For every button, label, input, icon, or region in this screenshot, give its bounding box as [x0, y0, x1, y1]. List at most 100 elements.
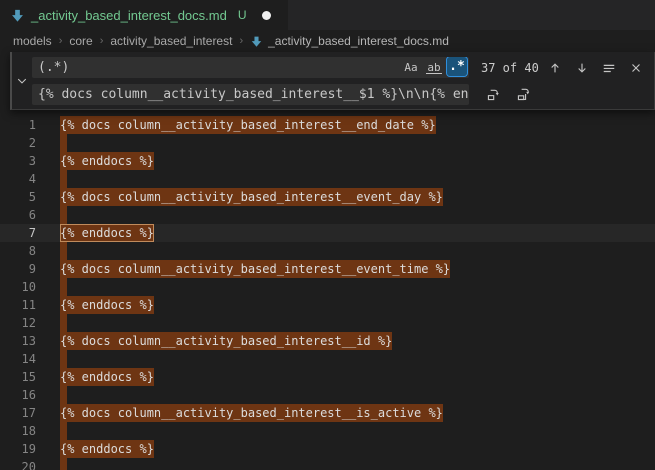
line-content[interactable]: {% docs column__activity_based_interest_… [60, 116, 436, 134]
line-content[interactable] [60, 278, 67, 296]
line-content[interactable] [60, 386, 67, 404]
find-match [60, 170, 67, 188]
editor-line[interactable]: 20 [0, 458, 655, 470]
editor-line[interactable]: 15 {% enddocs %} [0, 368, 655, 386]
current-find-match: {% enddocs %} [60, 224, 154, 242]
line-content[interactable]: {% enddocs %} [60, 368, 154, 386]
regex-icon[interactable]: .* [447, 57, 467, 76]
close-icon[interactable] [625, 57, 647, 79]
editor-line[interactable]: 6 [0, 206, 655, 224]
prev-match-icon[interactable] [544, 57, 566, 79]
markdown-icon [10, 8, 25, 23]
line-number[interactable]: 15 [0, 368, 36, 386]
find-match: {% docs column__activity_based_interest_… [60, 260, 450, 278]
editor-line[interactable]: 4 [0, 170, 655, 188]
line-number[interactable]: 12 [0, 314, 36, 332]
editor-line[interactable]: 17 {% docs column__activity_based_interes… [0, 404, 655, 422]
editor-line[interactable]: 16 [0, 386, 655, 404]
editor-line[interactable]: 1 {% docs column__activity_based_interest… [0, 116, 655, 134]
line-number[interactable]: 20 [0, 458, 36, 470]
whole-word-icon[interactable]: ab [424, 58, 444, 77]
line-number[interactable]: 4 [0, 170, 36, 188]
next-match-icon[interactable] [571, 57, 593, 79]
line-content[interactable] [60, 206, 67, 224]
find-match [60, 386, 67, 404]
tab-activity-docs[interactable]: _activity_based_interest_docs.md U [0, 0, 288, 30]
line-number[interactable]: 18 [0, 422, 36, 440]
line-number[interactable]: 3 [0, 152, 36, 170]
line-number[interactable]: 6 [0, 206, 36, 224]
line-number[interactable]: 14 [0, 350, 36, 368]
line-number[interactable]: 13 [0, 332, 36, 350]
breadcrumb-item-models[interactable]: models [13, 34, 52, 48]
find-match: {% docs column__activity_based_interest_… [60, 188, 443, 206]
breadcrumb-separator: › [100, 35, 104, 47]
line-content[interactable]: {% docs column__activity_based_interest_… [60, 404, 443, 422]
editor-line[interactable]: 2 [0, 134, 655, 152]
line-number[interactable]: 17 [0, 404, 36, 422]
replace-row: {% docs column__activity_based_interest_… [32, 84, 654, 105]
editor-line[interactable]: 11 {% enddocs %} [0, 296, 655, 314]
replace-all-icon[interactable] [512, 84, 534, 106]
breadcrumb-item-file[interactable]: _activity_based_interest_docs.md [250, 34, 449, 48]
editor-line[interactable]: 19 {% enddocs %} [0, 440, 655, 458]
line-content[interactable]: {% enddocs %} [60, 440, 154, 458]
line-number[interactable]: 11 [0, 296, 36, 314]
line-content[interactable]: {% enddocs %} [60, 224, 154, 242]
line-number[interactable]: 1 [0, 116, 36, 134]
replace-input[interactable]: {% docs column__activity_based_interest_… [32, 84, 469, 105]
markdown-icon [250, 35, 263, 48]
line-number[interactable]: 5 [0, 188, 36, 206]
breadcrumb-item-core[interactable]: core [69, 34, 92, 48]
editor-line[interactable]: 10 [0, 278, 655, 296]
match-case-icon[interactable]: Aa [401, 58, 421, 77]
editor-line[interactable]: 14 [0, 350, 655, 368]
find-replace-widget: (.*) Aa ab .* 37 of 40 [10, 52, 655, 110]
find-match [60, 278, 67, 296]
breadcrumb-item-activity-based-interest[interactable]: activity_based_interest [110, 34, 232, 48]
find-input-value: (.*) [38, 60, 69, 75]
line-number[interactable]: 8 [0, 242, 36, 260]
editor-line[interactable]: 7 {% enddocs %} [0, 224, 655, 242]
line-number[interactable]: 9 [0, 260, 36, 278]
modified-dot-icon[interactable] [262, 11, 271, 20]
line-content[interactable] [60, 350, 67, 368]
find-match: {% enddocs %} [60, 368, 154, 386]
breadcrumb: models › core › activity_based_interest … [0, 30, 655, 52]
editor-line[interactable]: 18 [0, 422, 655, 440]
line-content[interactable] [60, 422, 67, 440]
line-number[interactable]: 10 [0, 278, 36, 296]
breadcrumb-separator: › [59, 35, 63, 47]
find-input[interactable]: (.*) Aa ab .* [32, 57, 469, 78]
replace-icon[interactable] [482, 84, 504, 106]
find-in-selection-icon[interactable] [598, 57, 620, 79]
line-number[interactable]: 2 [0, 134, 36, 152]
find-actions [544, 57, 654, 79]
find-match: {% docs column__activity_based_interest_… [60, 332, 392, 350]
find-match [60, 314, 67, 332]
editor-line[interactable]: 13 {% docs column__activity_based_interes… [0, 332, 655, 350]
line-content[interactable]: {% docs column__activity_based_interest_… [60, 332, 392, 350]
line-content[interactable] [60, 242, 67, 260]
line-content[interactable] [60, 134, 67, 152]
editor-line[interactable]: 8 [0, 242, 655, 260]
line-content[interactable] [60, 314, 67, 332]
line-content[interactable] [60, 458, 67, 470]
toggle-replace-button[interactable] [12, 52, 32, 109]
editor-line[interactable]: 12 [0, 314, 655, 332]
line-content[interactable]: {% enddocs %} [60, 152, 154, 170]
replace-input-value: {% docs column__activity_based_interest_… [38, 87, 469, 102]
line-number[interactable]: 16 [0, 386, 36, 404]
line-content[interactable]: {% docs column__activity_based_interest_… [60, 188, 443, 206]
editor-line[interactable]: 5 {% docs column__activity_based_interest… [0, 188, 655, 206]
editor-line[interactable]: 3 {% enddocs %} [0, 152, 655, 170]
editor-line[interactable]: 9 {% docs column__activity_based_interest… [0, 260, 655, 278]
line-content[interactable]: {% enddocs %} [60, 296, 154, 314]
line-content[interactable]: {% docs column__activity_based_interest_… [60, 260, 450, 278]
line-number[interactable]: 7 [0, 224, 36, 242]
tab-bar: _activity_based_interest_docs.md U [0, 0, 655, 30]
line-number[interactable]: 19 [0, 440, 36, 458]
match-count: 37 of 40 [481, 61, 539, 75]
find-match: {% enddocs %} [60, 152, 154, 170]
line-content[interactable] [60, 170, 67, 188]
